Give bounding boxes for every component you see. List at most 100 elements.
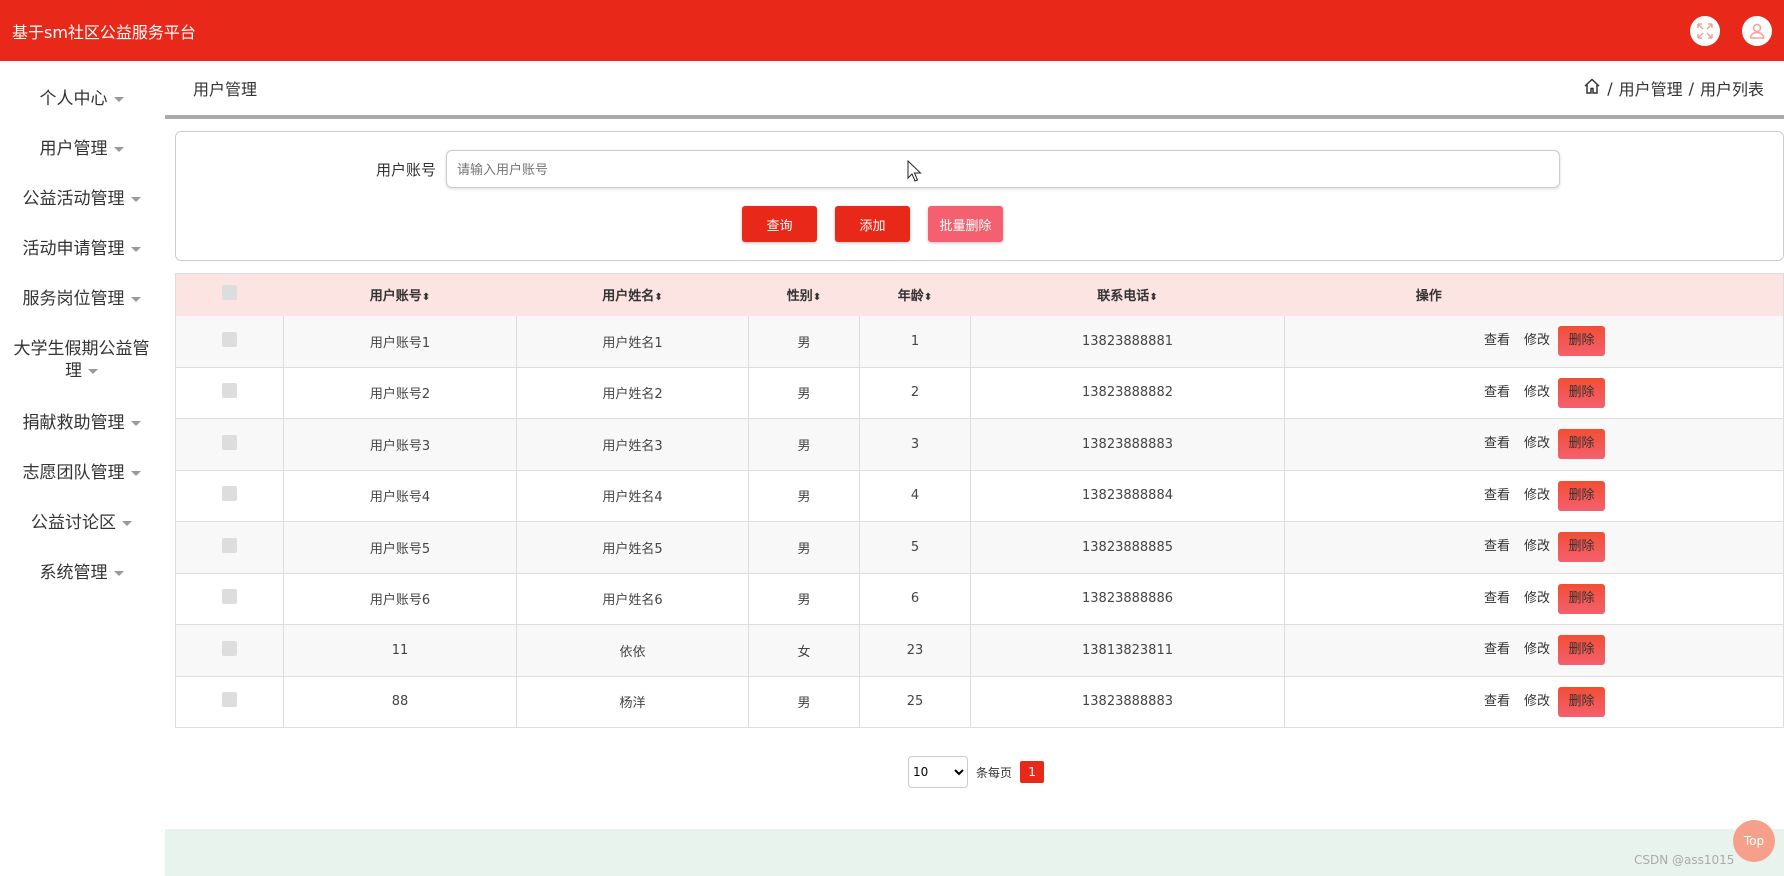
- row-checkbox[interactable]: [222, 383, 237, 399]
- view-button[interactable]: 查看: [1484, 694, 1510, 709]
- delete-button[interactable]: 删除: [1558, 583, 1605, 614]
- row-actions: 查看 修改 删除: [1285, 625, 1784, 677]
- sidebar-item-volunteer-team[interactable]: 志愿团队管理: [0, 462, 163, 512]
- breadcrumb-item[interactable]: 用户管理: [1619, 76, 1683, 100]
- edit-button[interactable]: 修改: [1524, 539, 1550, 554]
- table-cell: 4: [859, 470, 971, 522]
- view-button[interactable]: 查看: [1484, 591, 1510, 606]
- add-button[interactable]: 添加: [835, 206, 910, 242]
- search-label: 用户账号: [375, 160, 436, 179]
- edit-button[interactable]: 修改: [1524, 694, 1550, 709]
- table-cell: 1: [859, 315, 971, 367]
- view-button[interactable]: 查看: [1484, 642, 1510, 657]
- edit-button[interactable]: 修改: [1524, 333, 1550, 348]
- select-all-checkbox[interactable]: [222, 285, 238, 301]
- caret-down-icon: [130, 470, 141, 476]
- breadcrumb: / 用户管理 / 用户列表: [1583, 76, 1764, 100]
- query-button[interactable]: 查询: [742, 206, 817, 242]
- pagination: 10 条每页 1: [908, 756, 1045, 788]
- row-actions: 查看 修改 删除: [1285, 522, 1784, 574]
- per-page-label: 条每页: [976, 765, 1013, 780]
- home-icon[interactable]: [1583, 77, 1601, 99]
- row-checkbox[interactable]: [222, 331, 237, 347]
- sidebar-menu: 个人中心 用户管理 公益活动管理 活动申请管理 服务岗位管理 大学生假期公益管理…: [0, 88, 163, 612]
- delete-button[interactable]: 删除: [1558, 377, 1605, 408]
- table-cell: 用户账号4: [283, 470, 517, 522]
- sidebar-item-label: 服务岗位管理: [22, 289, 125, 309]
- sidebar-item-label: 捐献救助管理: [22, 413, 125, 433]
- delete-button[interactable]: 删除: [1558, 326, 1605, 356]
- table-cell: 11: [283, 624, 517, 676]
- column-header[interactable]: 年龄⬍: [860, 274, 971, 316]
- view-button[interactable]: 查看: [1484, 333, 1510, 348]
- table-cell: 25: [859, 676, 971, 728]
- row-actions: 查看 修改 删除: [1285, 470, 1784, 522]
- fullscreen-icon[interactable]: [1690, 15, 1720, 46]
- caret-down-icon: [113, 96, 124, 102]
- table-cell: 用户姓名5: [516, 521, 749, 573]
- table-cell: 用户姓名2: [516, 367, 749, 419]
- view-button[interactable]: 查看: [1484, 436, 1510, 451]
- sidebar-item-system[interactable]: 系统管理: [0, 562, 163, 612]
- table-cell: 13823888884: [970, 470, 1285, 522]
- edit-button[interactable]: 修改: [1524, 385, 1550, 400]
- table-cell: 6: [859, 573, 971, 625]
- table-cell: 杨洋: [516, 676, 749, 728]
- row-checkbox[interactable]: [222, 589, 237, 605]
- column-header[interactable]: 联系电话⬍: [971, 274, 1285, 316]
- row-checkbox[interactable]: [222, 640, 237, 656]
- batch-delete-button[interactable]: 批量删除: [928, 206, 1003, 242]
- sidebar-item-application-management[interactable]: 活动申请管理: [0, 238, 163, 288]
- edit-button[interactable]: 修改: [1524, 591, 1550, 606]
- search-input[interactable]: [446, 150, 1560, 188]
- row-checkbox[interactable]: [222, 486, 237, 502]
- back-to-top-button[interactable]: Top: [1733, 820, 1775, 862]
- table-cell: 用户姓名6: [516, 573, 749, 625]
- page-size-select[interactable]: 10: [908, 756, 968, 788]
- table-cell: 男: [748, 521, 860, 573]
- table-cell: 13823888886: [970, 573, 1285, 625]
- view-button[interactable]: 查看: [1484, 488, 1510, 503]
- edit-button[interactable]: 修改: [1524, 436, 1550, 451]
- row-checkbox[interactable]: [222, 692, 237, 708]
- view-button[interactable]: 查看: [1484, 385, 1510, 400]
- sidebar-item-post-management[interactable]: 服务岗位管理: [0, 288, 163, 338]
- column-header[interactable]: 用户账号⬍: [284, 274, 517, 316]
- sidebar-item-student-holiday[interactable]: 大学生假期公益管理: [0, 338, 163, 412]
- edit-button[interactable]: 修改: [1524, 642, 1550, 657]
- delete-button[interactable]: 删除: [1558, 480, 1605, 511]
- table-cell: 男: [748, 367, 860, 419]
- table-row: 用户账号2 用户姓名2 男 2 13823888882 查看 修改 删除: [175, 367, 1784, 419]
- table-row: 88 杨洋男 25 13823888883 查看 修改 删除: [175, 676, 1784, 728]
- sidebar: 个人中心 用户管理 公益活动管理 活动申请管理 服务岗位管理 大学生假期公益管理…: [0, 61, 163, 876]
- caret-down-icon: [113, 146, 124, 152]
- table-cell: 男: [748, 573, 860, 625]
- sidebar-item-discussion[interactable]: 公益讨论区: [0, 512, 163, 562]
- table-cell: 13823888883: [970, 418, 1285, 470]
- table-cell: 用户账号2: [283, 367, 517, 419]
- view-button[interactable]: 查看: [1484, 539, 1510, 554]
- sidebar-item-personal-center[interactable]: 个人中心: [0, 88, 163, 138]
- edit-button[interactable]: 修改: [1524, 488, 1550, 503]
- row-checkbox[interactable]: [222, 537, 237, 553]
- sidebar-item-label: 公益讨论区: [31, 513, 116, 533]
- delete-button[interactable]: 删除: [1558, 532, 1605, 563]
- cursor-icon: [907, 159, 923, 186]
- delete-button[interactable]: 删除: [1558, 429, 1605, 460]
- table-cell: 88: [283, 676, 517, 728]
- delete-button[interactable]: 删除: [1558, 686, 1605, 717]
- sidebar-item-user-management[interactable]: 用户管理: [0, 138, 163, 188]
- user-icon[interactable]: [1742, 15, 1772, 46]
- row-checkbox[interactable]: [222, 434, 237, 450]
- page-number[interactable]: 1: [1020, 761, 1045, 783]
- row-actions: 查看 修改 删除: [1285, 419, 1784, 471]
- delete-button[interactable]: 删除: [1558, 635, 1605, 666]
- column-header[interactable]: 性别⬍: [749, 274, 860, 316]
- table-cell: 用户姓名1: [516, 315, 749, 367]
- table-cell: 男: [748, 315, 860, 367]
- table-row: 用户账号5 用户姓名5 男 5 13823888885 查看 修改 删除: [175, 521, 1784, 574]
- column-header[interactable]: 用户姓名⬍: [517, 274, 749, 316]
- sidebar-item-donation[interactable]: 捐献救助管理: [0, 412, 163, 462]
- sidebar-item-activity-management[interactable]: 公益活动管理: [0, 188, 163, 238]
- table-cell: 用户姓名3: [516, 418, 749, 470]
